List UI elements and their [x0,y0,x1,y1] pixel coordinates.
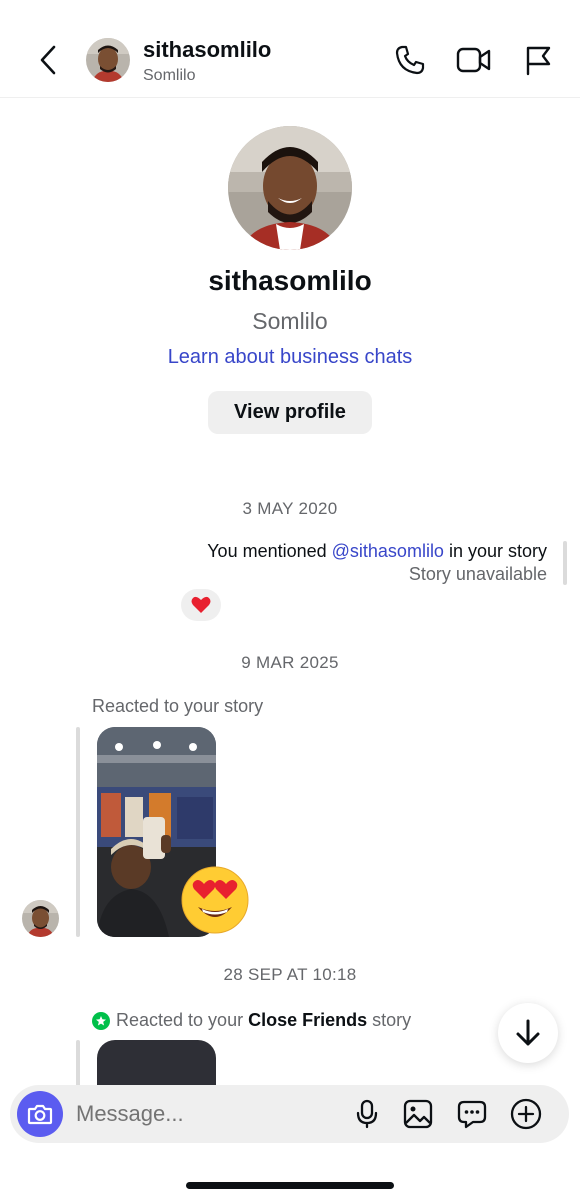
quote-bar [563,541,567,585]
heart-eyes-reaction[interactable] [180,865,250,935]
cf-bold: Close Friends [248,1010,368,1030]
cf-prefix: Reacted to your [116,1010,249,1030]
close-friends-star-icon [92,1011,110,1030]
profile-display-name: Somlilo [252,308,328,334]
phone-icon [395,45,425,75]
scroll-to-bottom-button[interactable] [498,1003,558,1063]
image-icon [403,1099,433,1129]
heart-eyes-emoji-icon [181,866,249,934]
video-camera-icon [456,47,491,73]
chat-bubble-icon [457,1100,487,1129]
arrow-down-icon [516,1019,540,1046]
gallery-button[interactable] [401,1097,435,1131]
quote-bar [76,1040,80,1090]
sticker-button[interactable] [455,1097,489,1131]
mention-suffix: in your story [443,541,547,561]
camera-icon [27,1104,53,1125]
profile-avatar[interactable] [228,126,352,250]
back-button[interactable] [32,42,64,78]
mention-message: You mentioned @sithasomlilo in your stor… [207,541,547,562]
heart-icon [191,596,211,613]
header-display-name: Somlilo [143,67,196,84]
report-button[interactable] [520,42,556,78]
home-indicator[interactable] [186,1182,394,1189]
cf-suffix: story [367,1010,412,1030]
header-username[interactable]: sithasomlilo [143,37,271,63]
sender-avatar[interactable] [22,900,59,937]
chat-header: sithasomlilo Somlilo [0,0,580,98]
audio-call-button[interactable] [392,42,428,78]
quote-bar [76,727,80,937]
close-friends-reacted-label: Reacted to your Close Friends story [92,1010,411,1031]
mention-handle-link[interactable]: @sithasomlilo [332,541,444,561]
message-composer [10,1085,569,1143]
mention-prefix: You mentioned [207,541,332,561]
reacted-label: Reacted to your story [92,696,264,716]
view-profile-button[interactable]: View profile [208,391,372,434]
message-input[interactable] [76,1099,336,1129]
chevron-left-icon [40,45,56,75]
camera-button[interactable] [17,1091,63,1137]
heart-reaction[interactable] [181,589,221,621]
voice-message-button[interactable] [350,1097,384,1131]
date-separator: 28 SEP AT 10:18 [223,965,357,984]
microphone-icon [356,1099,378,1129]
plus-circle-icon [510,1098,542,1130]
story-unavailable-label: Story unavailable [408,564,547,584]
video-call-button[interactable] [456,42,492,78]
flag-icon [526,46,551,76]
more-options-button[interactable] [509,1097,543,1131]
profile-username: sithasomlilo [208,265,372,296]
date-separator: 9 MAR 2025 [241,653,339,672]
business-chats-link[interactable]: Learn about business chats [0,346,580,369]
header-avatar[interactable] [86,38,130,82]
date-separator: 3 MAY 2020 [242,499,338,518]
